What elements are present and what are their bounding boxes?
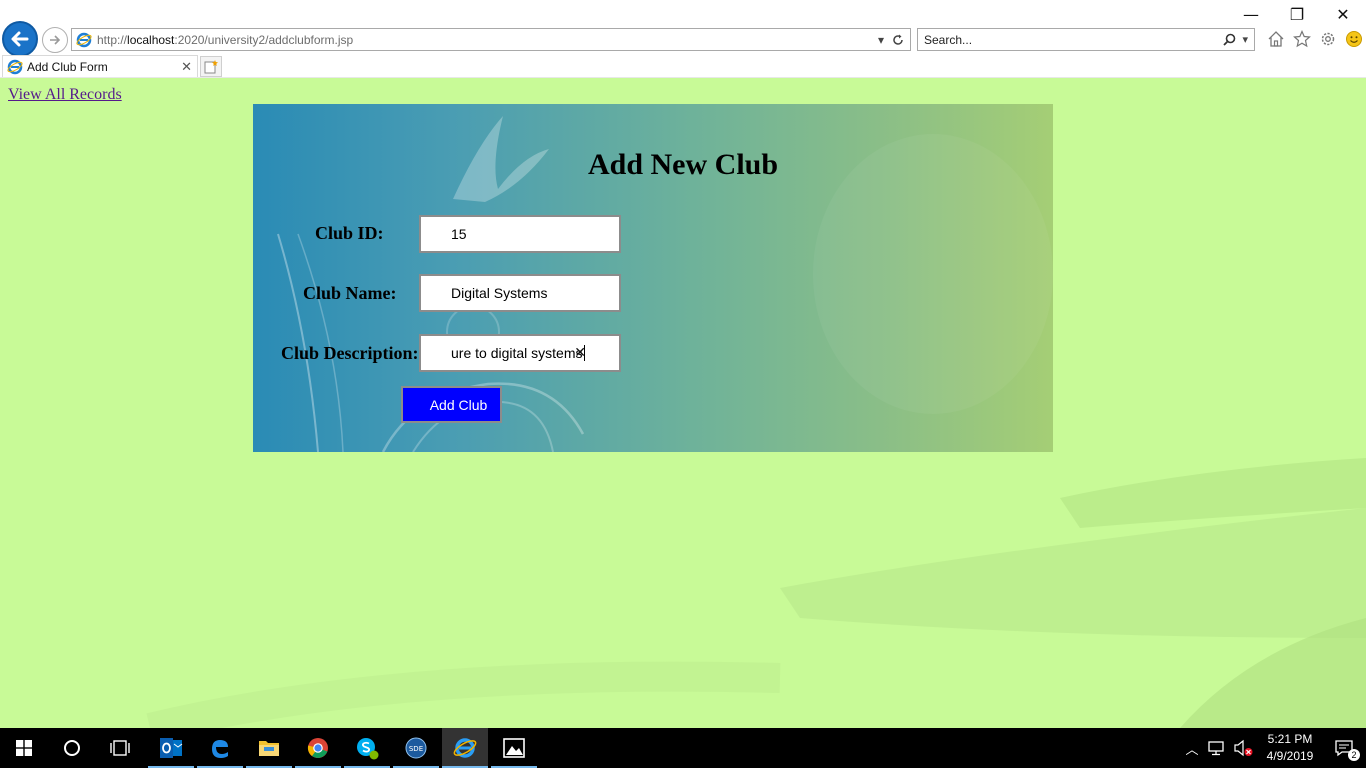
system-tray: ︿ 5:21 PM 4/9/2019 2 bbox=[1180, 728, 1366, 768]
taskbar: SDE ︿ 5:21 PM 4/9/2019 2 bbox=[0, 728, 1366, 768]
svg-text:SDE: SDE bbox=[409, 745, 423, 753]
cortana-circle-icon bbox=[64, 740, 80, 756]
browser-chrome: — ❐ ✕ http://localhost:2020/university2/… bbox=[0, 0, 1366, 78]
favorites-button[interactable] bbox=[1292, 29, 1312, 49]
settings-gear-icon bbox=[1321, 32, 1335, 46]
skype-icon bbox=[357, 738, 379, 760]
forward-icon bbox=[50, 35, 61, 45]
back-button[interactable] bbox=[2, 21, 38, 57]
club-name-label: Club Name: bbox=[303, 283, 397, 303]
new-tab-button[interactable] bbox=[200, 56, 222, 77]
network-icon[interactable] bbox=[1207, 739, 1227, 757]
club-name-input[interactable]: Digital Systems bbox=[419, 274, 621, 312]
volume-muted-icon[interactable] bbox=[1233, 739, 1255, 757]
start-button[interactable] bbox=[0, 728, 48, 768]
minimize-button[interactable]: — bbox=[1228, 0, 1274, 28]
search-tools: ▾ bbox=[1223, 33, 1248, 46]
club-id-label: Club ID: bbox=[315, 223, 384, 243]
club-id-input[interactable]: 15 bbox=[419, 215, 621, 253]
ie-icon bbox=[76, 32, 92, 47]
ie-icon bbox=[7, 59, 23, 75]
feedback-smiley-icon bbox=[1346, 31, 1362, 47]
taskbar-clock[interactable]: 5:21 PM 4/9/2019 bbox=[1258, 731, 1322, 765]
search-icon[interactable] bbox=[1223, 33, 1236, 46]
windows-logo-icon bbox=[16, 740, 32, 756]
search-bar[interactable]: ▾ bbox=[917, 28, 1255, 51]
task-view-icon bbox=[110, 740, 130, 756]
address-tools: ▾ bbox=[878, 33, 904, 47]
home-icon bbox=[1268, 31, 1284, 47]
taskbar-internet-explorer[interactable] bbox=[442, 728, 488, 768]
address-bar[interactable]: http://localhost:2020/university2/addclu… bbox=[71, 28, 911, 51]
url-text[interactable]: http://localhost:2020/university2/addclu… bbox=[97, 33, 878, 47]
add-club-button[interactable]: Add Club bbox=[401, 386, 502, 423]
file-explorer-icon bbox=[259, 741, 279, 756]
add-club-form-panel: Add New Club Club ID: 15 Club Name: Digi… bbox=[253, 104, 1053, 452]
taskbar-file-explorer[interactable] bbox=[246, 728, 292, 768]
taskbar-outlook[interactable] bbox=[148, 728, 194, 768]
tab-add-club-form[interactable]: Add Club Form ✕ bbox=[2, 55, 198, 78]
home-button[interactable] bbox=[1266, 29, 1286, 49]
restore-button[interactable]: ❐ bbox=[1274, 0, 1320, 28]
cortana-search-button[interactable] bbox=[48, 728, 96, 768]
internet-explorer-icon bbox=[453, 738, 477, 758]
chrome-icon bbox=[307, 738, 328, 758]
photos-icon bbox=[503, 738, 525, 758]
taskbar-skype[interactable] bbox=[344, 728, 390, 768]
taskbar-photos[interactable] bbox=[491, 728, 537, 768]
sde-icon: SDE bbox=[405, 737, 427, 759]
feedback-button[interactable] bbox=[1344, 29, 1364, 49]
outlook-icon bbox=[160, 738, 183, 758]
forward-button[interactable] bbox=[42, 27, 68, 53]
tab-row: Add Club Form ✕ bbox=[0, 55, 1366, 78]
search-input[interactable] bbox=[918, 29, 1224, 50]
dropdown-icon[interactable]: ▾ bbox=[878, 33, 884, 47]
close-window-button[interactable]: ✕ bbox=[1320, 0, 1366, 28]
chevron-up-icon[interactable]: ︿ bbox=[1180, 739, 1204, 758]
form-title: Add New Club bbox=[587, 148, 779, 181]
taskbar-sde[interactable]: SDE bbox=[393, 728, 439, 768]
favorites-star-icon bbox=[1293, 30, 1311, 48]
club-description-input[interactable]: ure to digital systems ✕ bbox=[419, 334, 621, 372]
window-controls: — ❐ ✕ bbox=[1228, 0, 1366, 28]
back-icon bbox=[11, 31, 29, 47]
browser-toolbar bbox=[1266, 29, 1364, 49]
taskbar-edge[interactable] bbox=[197, 728, 243, 768]
taskbar-chrome[interactable] bbox=[295, 728, 341, 768]
clock-date: 4/9/2019 bbox=[1266, 749, 1314, 763]
notification-count-badge: 2 bbox=[1348, 749, 1360, 761]
task-view-button[interactable] bbox=[96, 728, 144, 768]
page-content: View All Records Add New Club Club ID: 1… bbox=[0, 78, 1366, 728]
clear-input-icon[interactable]: ✕ bbox=[574, 345, 586, 361]
tab-title: Add Club Form bbox=[27, 60, 108, 74]
edge-icon bbox=[212, 740, 228, 758]
view-all-records-link[interactable]: View All Records bbox=[8, 86, 122, 104]
search-dropdown-icon[interactable]: ▾ bbox=[1242, 33, 1248, 46]
action-center-button[interactable]: 2 bbox=[1322, 728, 1366, 768]
refresh-icon[interactable] bbox=[892, 34, 904, 46]
club-description-label: Club Description: bbox=[281, 343, 419, 363]
close-icon[interactable]: ✕ bbox=[181, 60, 192, 75]
clock-time: 5:21 PM bbox=[1267, 732, 1313, 746]
settings-button[interactable] bbox=[1318, 29, 1338, 49]
new-tab-icon bbox=[204, 59, 218, 73]
